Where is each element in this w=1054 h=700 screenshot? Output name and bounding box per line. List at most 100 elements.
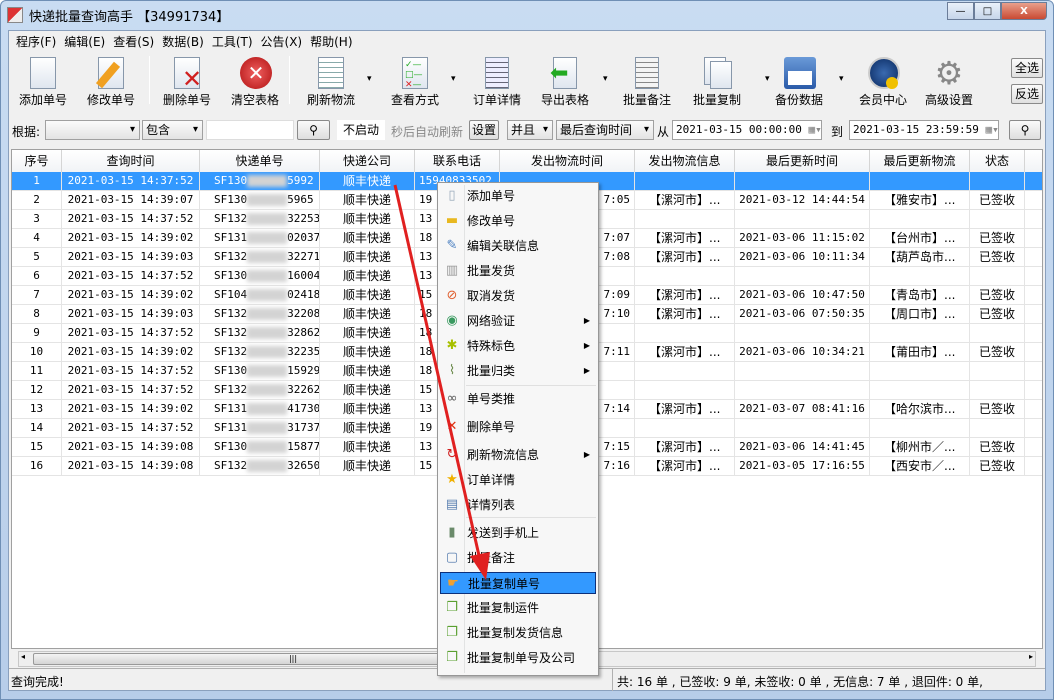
maximize-button[interactable]: □ (974, 2, 1001, 20)
cell-depart-info: 【漯河市】... (635, 191, 735, 210)
cell-last-update-time: 2021-03-12 14:44:54 (735, 191, 870, 210)
column-header[interactable]: 备注 (1025, 150, 1043, 172)
context-item-6[interactable]: ◉网络验证▶ (440, 310, 596, 332)
toolbar-button-order-detail[interactable]: 订单详情 (465, 54, 529, 106)
view-mode-dropdown-arrow-icon[interactable]: ▾ (451, 74, 456, 84)
column-header[interactable]: 联系电话 (415, 150, 500, 172)
menu-item[interactable]: 数据(B) (158, 33, 208, 50)
context-item-12[interactable]: ★订单详情 (440, 469, 596, 491)
refresh-document-icon (316, 57, 346, 89)
export-dropdown-arrow-icon[interactable]: ▾ (603, 74, 608, 84)
from-datetime-input[interactable]: 2021-03-15 00:00:00 ▦▾ (672, 120, 822, 140)
menu-item[interactable]: 公告(X) (257, 33, 307, 50)
context-item-8[interactable]: ⌇批量归类▶ (440, 360, 596, 382)
to-datetime-input[interactable]: 2021-03-15 23:59:59 ▦▾ (849, 120, 999, 140)
context-item-15[interactable]: ▢批量备注 (440, 547, 596, 569)
close-button[interactable]: X (1001, 2, 1047, 20)
redacted-block (247, 422, 287, 434)
toolbar-button-delete-document[interactable]: ✕删除单号 (155, 54, 219, 106)
context-item-17[interactable]: ❐批量复制运件 (440, 597, 596, 619)
cell-status: 已签收 (970, 438, 1025, 457)
cell-remark (1025, 267, 1043, 286)
column-header[interactable]: 快递公司 (320, 150, 415, 172)
field-select[interactable] (45, 120, 140, 140)
query-button[interactable]: ⚲ (1009, 120, 1041, 140)
search-button[interactable]: ⚲ (297, 120, 330, 140)
auto-refresh-input[interactable]: 不启动 (337, 120, 385, 140)
context-item-9[interactable]: ∞单号类推 (440, 388, 596, 410)
tracking-suffix: 5965 (287, 193, 314, 206)
scroll-left-icon[interactable]: ◂ (21, 652, 25, 661)
column-header[interactable]: 发出物流信息 (635, 150, 735, 172)
toolbar-button-scroll-note[interactable]: 批量备注 (615, 54, 679, 106)
context-item-14[interactable]: ▮发送到手机上 (440, 522, 596, 544)
toolbar-button-export-green-arrow[interactable]: ⬅导出表格 (533, 54, 597, 106)
time-field-select[interactable]: 最后查询时间 (556, 120, 654, 140)
cell-seq: 5 (12, 248, 62, 267)
cell-seq: 4 (12, 229, 62, 248)
toolbar-button-add-document[interactable]: 添加单号 (11, 54, 75, 106)
toolbar-button-edit-pencil[interactable]: 修改单号 (79, 54, 143, 106)
cell-remark (1025, 191, 1043, 210)
context-item-4[interactable]: ▥批量发货 (440, 260, 596, 282)
calendar-icon[interactable]: ▦▾ (808, 123, 821, 136)
cell-tracking-number: SF13232253 (200, 210, 320, 229)
toolbar-button-view-list[interactable]: ✓—□—✕—查看方式 (383, 54, 447, 106)
menu-item[interactable]: 查看(S) (109, 33, 158, 50)
context-item-19[interactable]: ❐批量复制单号及公司 (440, 647, 596, 669)
tracking-prefix: SF130 (214, 174, 247, 187)
cell-query-time: 2021-03-15 14:37:52 (62, 381, 200, 400)
cell-company: 顺丰快递 (320, 248, 415, 267)
column-header[interactable]: 快递单号 (200, 150, 320, 172)
context-item-label: 批量复制发货信息 (467, 626, 563, 640)
context-item-2[interactable]: ▬修改单号 (440, 210, 596, 232)
menu-item[interactable]: 编辑(E) (60, 33, 109, 50)
cell-last-update-info (870, 362, 970, 381)
column-header[interactable]: 序号 (12, 150, 62, 172)
context-item-18[interactable]: ❐批量复制发货信息 (440, 622, 596, 644)
keyword-input[interactable] (206, 120, 294, 140)
minimize-button[interactable]: — (947, 2, 974, 20)
context-item-10[interactable]: ✕删除单号 (440, 416, 596, 438)
toolbar-button-gear[interactable]: ⚙高级设置 (917, 54, 981, 106)
column-header[interactable]: 最后更新时间 (735, 150, 870, 172)
toolbar-button-clock-member[interactable]: 会员中心 (851, 54, 915, 106)
select-all-button[interactable]: 全选 (1011, 58, 1043, 78)
column-header[interactable]: 查询时间 (62, 150, 200, 172)
menu-item[interactable]: 帮助(H) (306, 33, 356, 50)
match-select[interactable]: 包含 (142, 120, 203, 140)
submenu-arrow-icon: ▶ (584, 444, 590, 466)
column-header[interactable]: 最后更新物流 (870, 150, 970, 172)
tracking-suffix: 32262 (287, 383, 320, 396)
backup-dropdown-arrow-icon[interactable]: ▾ (839, 74, 844, 84)
cell-remark (1025, 400, 1043, 419)
copy-documents-icon (702, 57, 732, 89)
scroll-right-icon[interactable]: ▸ (1029, 652, 1033, 661)
toolbar-button-refresh-document[interactable]: 刷新物流 (299, 54, 363, 106)
copy-icon: ❐ (444, 650, 460, 666)
logic-select[interactable]: 并且 (507, 120, 553, 140)
menu-item[interactable]: 程序(F) (12, 33, 60, 50)
refresh-dropdown-arrow-icon[interactable]: ▾ (367, 74, 372, 84)
menu-item[interactable]: 工具(T) (208, 33, 257, 50)
copy-dropdown-arrow-icon[interactable]: ▾ (765, 74, 770, 84)
context-item-16[interactable]: ☛批量复制单号 (440, 572, 596, 594)
context-item-3[interactable]: ✎编辑关联信息 (440, 235, 596, 257)
context-item-7[interactable]: ✱特殊标色▶ (440, 335, 596, 357)
context-item-1[interactable]: ▯添加单号 (440, 185, 596, 207)
context-item-5[interactable]: ⊘取消发货 (440, 285, 596, 307)
context-item-13[interactable]: ▤详情列表 (440, 494, 596, 516)
column-header[interactable]: 发出物流时间 (500, 150, 635, 172)
settings-button[interactable]: 设置 (469, 120, 499, 140)
toolbar-button-clear-red-x[interactable]: ✕清空表格 (223, 54, 287, 106)
toolbar-button-copy-documents[interactable]: 批量复制 (685, 54, 749, 106)
context-item-11[interactable]: ↻刷新物流信息▶ (440, 444, 596, 466)
cell-status: 已签收 (970, 457, 1025, 476)
window-title: 快递批量查询高手 【34991734】 (29, 6, 229, 25)
column-header[interactable]: 状态 (970, 150, 1025, 172)
cell-company: 顺丰快递 (320, 305, 415, 324)
cell-query-time: 2021-03-15 14:37:52 (62, 210, 200, 229)
invert-selection-button[interactable]: 反选 (1011, 84, 1043, 104)
calendar-icon[interactable]: ▦▾ (985, 123, 998, 136)
toolbar-button-floppy-disk[interactable]: 备份数据 (767, 54, 831, 106)
